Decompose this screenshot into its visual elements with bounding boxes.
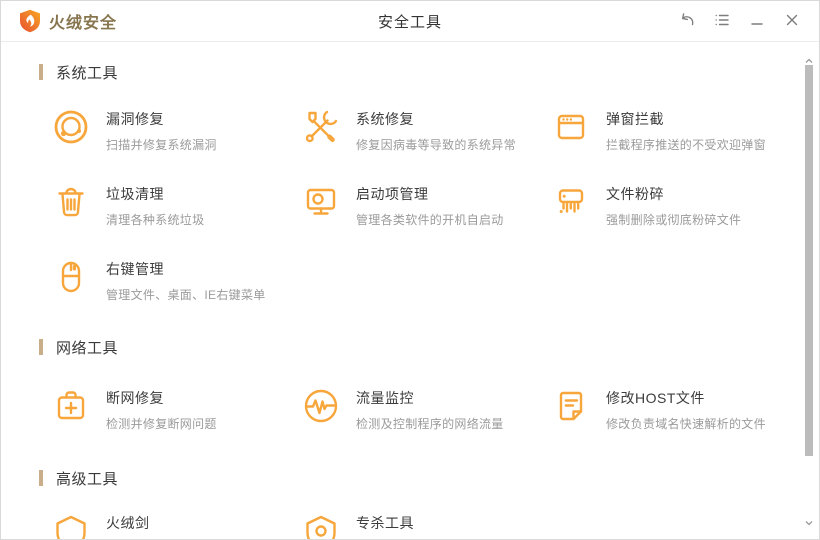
app-window: { "window": { "brand": "火绒安全", "title": …: [0, 0, 820, 540]
host-file-icon: [551, 386, 591, 426]
tool-vulnerability-fix[interactable]: 漏洞修复 扫描并修复系统漏洞: [51, 107, 301, 157]
section-header-network: 网络工具: [1, 338, 819, 357]
trash-clean-icon: [51, 182, 91, 222]
section-bar: [39, 470, 43, 486]
special-kill-shield-icon: [301, 511, 341, 539]
tool-title: 断网修复: [106, 390, 164, 406]
system-repair-icon: [301, 107, 341, 147]
huorong-logo-icon: [20, 9, 40, 33]
minimize-button[interactable]: [739, 1, 774, 41]
tool-special-kill[interactable]: 专杀工具: [301, 511, 551, 539]
scroll-down-arrow-icon[interactable]: [805, 513, 813, 531]
tool-file-shredder[interactable]: 文件粉碎 强制删除或彻底粉碎文件: [551, 182, 801, 232]
tool-desc: 扫描并修复系统漏洞: [106, 138, 217, 152]
network-repair-icon: [51, 386, 91, 426]
advanced-tools-grid: 火绒剑 专杀工具: [1, 511, 819, 539]
tool-desc: 清理各种系统垃圾: [106, 213, 205, 227]
tool-desc: 修复因病毒等导致的系统异常: [356, 138, 516, 152]
scrollbar: [802, 45, 816, 526]
window-controls: [669, 1, 819, 41]
startup-manager-icon: [301, 182, 341, 222]
tool-desc: 管理文件、桌面、IE右键菜单: [106, 288, 266, 302]
task-list-icon: [713, 11, 731, 32]
tool-network-repair[interactable]: 断网修复 检测并修复断网问题: [51, 386, 301, 436]
section-bar: [39, 339, 43, 355]
tool-huorong-sword[interactable]: 火绒剑: [51, 511, 301, 539]
tool-desc: 拦截程序推送的不受欢迎弹窗: [606, 138, 766, 152]
popup-block-icon: [551, 107, 591, 147]
undo-back-button[interactable]: [669, 1, 704, 41]
section-title: 系统工具: [56, 64, 119, 82]
section-header-advanced: 高级工具: [1, 469, 819, 488]
scrollbar-thumb[interactable]: [805, 65, 813, 456]
tool-title: 火绒剑: [106, 515, 150, 531]
tool-host-file[interactable]: 修改HOST文件 修改负责域名快速解析的文件: [551, 386, 801, 436]
tool-title: 系统修复: [356, 111, 414, 127]
tool-desc: 检测及控制程序的网络流量: [356, 417, 504, 431]
titlebar: 火绒安全 安全工具: [1, 1, 819, 42]
brand: 火绒安全: [1, 9, 117, 33]
tools-page: 系统工具 漏洞修复 扫描并修复系统漏洞 系统修复 修复因病毒等导致的系统异常 弹…: [1, 42, 819, 539]
tool-system-repair[interactable]: 系统修复 修复因病毒等导致的系统异常: [301, 107, 551, 157]
tool-desc: 检测并修复断网问题: [106, 417, 217, 431]
vulnerability-fix-icon: [51, 107, 91, 147]
tool-startup-manager[interactable]: 启动项管理 管理各类软件的开机自启动: [301, 182, 551, 232]
tool-title: 垃圾清理: [106, 186, 164, 202]
tool-popup-block[interactable]: 弹窗拦截 拦截程序推送的不受欢迎弹窗: [551, 107, 801, 157]
tool-desc: 修改负责域名快速解析的文件: [606, 417, 766, 431]
close-icon: [783, 11, 801, 32]
section-header-system: 系统工具: [1, 63, 819, 82]
tool-desc: 强制删除或彻底粉碎文件: [606, 213, 742, 227]
minimize-icon: [748, 11, 766, 32]
section-title: 高级工具: [56, 470, 119, 488]
tool-desc: 管理各类软件的开机自启动: [356, 213, 504, 227]
tool-title: 漏洞修复: [106, 111, 164, 127]
network-tools-grid: 断网修复 检测并修复断网问题 流量监控 检测及控制程序的网络流量 修改HOST文…: [1, 386, 819, 436]
tool-title: 启动项管理: [356, 186, 429, 202]
traffic-monitor-icon: [301, 386, 341, 426]
section-title: 网络工具: [56, 339, 119, 357]
system-tools-grid: 漏洞修复 扫描并修复系统漏洞 系统修复 修复因病毒等导致的系统异常 弹窗拦截 拦…: [1, 107, 819, 307]
tool-traffic-monitor[interactable]: 流量监控 检测及控制程序的网络流量: [301, 386, 551, 436]
tool-title: 专杀工具: [356, 515, 414, 531]
huorong-sword-shield-icon: [51, 511, 91, 539]
tool-title: 弹窗拦截: [606, 111, 664, 127]
tool-title: 文件粉碎: [606, 186, 664, 202]
tool-title: 修改HOST文件: [606, 390, 705, 406]
close-button[interactable]: [774, 1, 809, 41]
tool-title: 右键管理: [106, 261, 164, 277]
tool-right-click-manager[interactable]: 右键管理 管理文件、桌面、IE右键菜单: [51, 257, 301, 307]
undo-arrow-icon: [678, 11, 696, 32]
tool-title: 流量监控: [356, 390, 414, 406]
file-shredder-icon: [551, 182, 591, 222]
tool-trash-clean[interactable]: 垃圾清理 清理各种系统垃圾: [51, 182, 301, 232]
right-click-manager-icon: [51, 257, 91, 297]
brand-name: 火绒安全: [49, 15, 118, 32]
section-bar: [39, 64, 43, 80]
task-list-button[interactable]: [704, 1, 739, 41]
